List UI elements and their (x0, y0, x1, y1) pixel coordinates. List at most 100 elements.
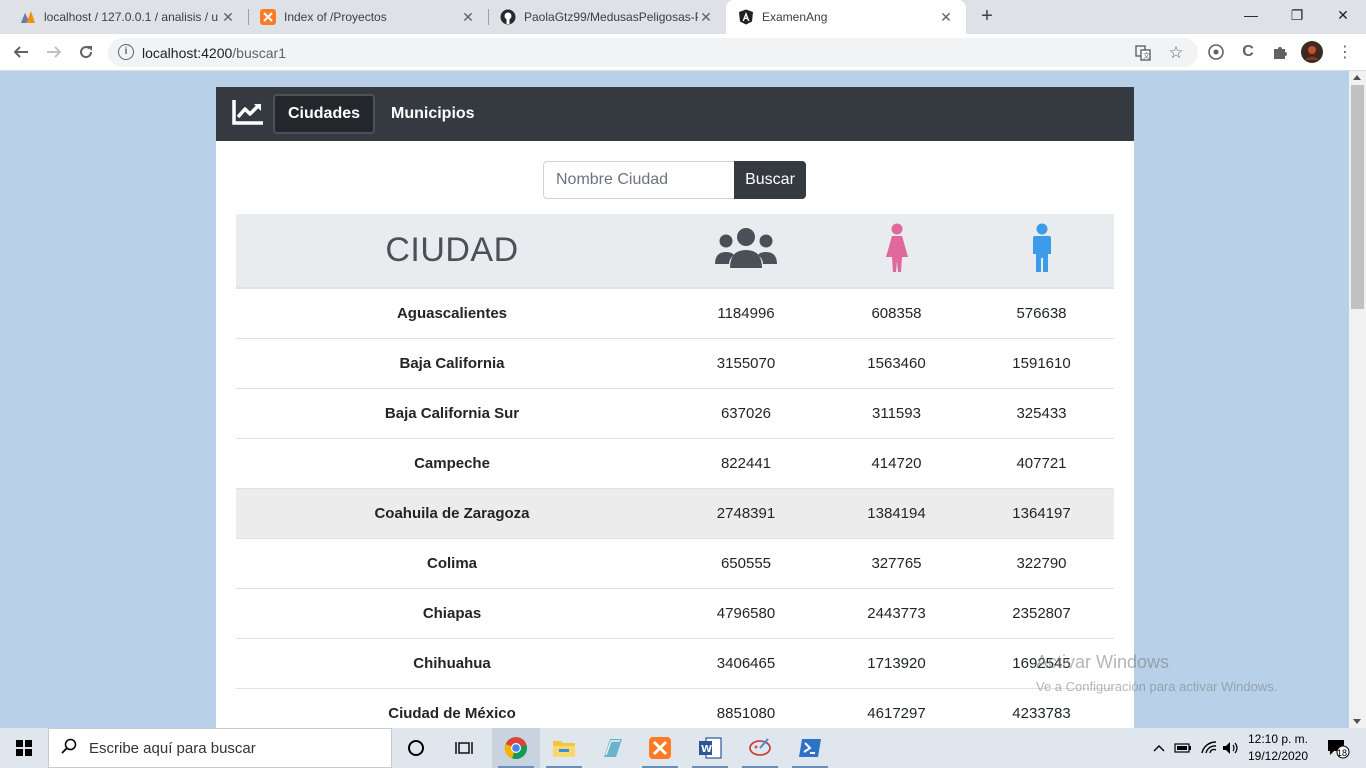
female-icon (885, 223, 909, 277)
table-row[interactable]: Coahuila de Zaragoza 2748391 1384194 136… (236, 488, 1114, 538)
male-icon (1032, 223, 1052, 277)
powershell-app-icon[interactable] (786, 728, 834, 768)
new-tab-button[interactable]: + (976, 6, 998, 28)
nav-ciudades[interactable]: Ciudades (273, 94, 376, 134)
url-text[interactable]: localhost:4200/buscar1 (142, 45, 286, 61)
tab-close-icon[interactable]: ✕ (460, 9, 476, 26)
file-explorer-icon[interactable] (540, 728, 588, 768)
tab-close-icon[interactable]: ✕ (698, 9, 714, 26)
angular-icon (738, 9, 754, 25)
paint-app-icon[interactable] (736, 728, 784, 768)
cell-mujeres: 608358 (871, 304, 922, 322)
cell-mujeres: 1384194 (867, 504, 926, 522)
address-bar[interactable]: i localhost:4200/buscar1 文 ☆ (108, 38, 1198, 67)
tab-index-proyectos[interactable]: Index of /Proyectos ✕ (248, 0, 488, 34)
clock-date: 19/12/2020 (1247, 749, 1309, 763)
extension-c-icon[interactable]: C (1236, 40, 1260, 64)
table-row[interactable]: Ciudad de México 8851080 4617297 4233783 (236, 688, 1114, 728)
translate-icon[interactable]: 文 (1134, 44, 1152, 62)
bookmark-star-icon[interactable]: ☆ (1167, 43, 1185, 62)
tab-title: localhost / 127.0.0.1 / analisis / u (44, 10, 219, 24)
cell-total: 8851080 (716, 704, 776, 722)
table-row[interactable]: Chiapas 4796580 2443773 2352807 (236, 588, 1114, 638)
table-row[interactable]: Baja California 3155070 1563460 1591610 (236, 338, 1114, 388)
cell-mujeres: 2443773 (867, 604, 926, 622)
close-window-button[interactable]: ✕ (1320, 0, 1366, 30)
cell-ciudad: Colima (426, 554, 477, 572)
windows-start-icon[interactable] (0, 728, 48, 768)
tab-title: Index of /Proyectos (284, 10, 387, 24)
scroll-thumb[interactable] (1351, 85, 1364, 309)
phpmyadmin-icon (20, 9, 36, 25)
cell-ciudad: Baja California (399, 354, 505, 372)
tab-close-icon[interactable]: ✕ (938, 9, 954, 26)
scroll-down-arrow-icon[interactable] (1353, 719, 1361, 724)
notification-count: 18 (1337, 748, 1348, 758)
watermark-title: Activar Windows (1036, 652, 1170, 672)
cell-hombres: 325433 (1016, 404, 1067, 422)
windows-activation-watermark: Activar Windows Ve a Configuración para … (1036, 652, 1277, 694)
table-row[interactable]: Colima 650555 327765 322790 (236, 538, 1114, 588)
tab-github[interactable]: PaolaGtz99/MedusasPeligosas-Pl ✕ (488, 0, 726, 34)
cell-hombres: 2352807 (1012, 604, 1071, 622)
tray-chevron-up-icon[interactable] (1150, 728, 1168, 768)
profile-avatar[interactable] (1300, 40, 1324, 64)
tab-phpmyadmin[interactable]: localhost / 127.0.0.1 / analisis / u ✕ (8, 0, 248, 34)
battery-icon[interactable] (1172, 728, 1194, 768)
chrome-menu-icon[interactable]: ⋮ (1333, 40, 1357, 64)
tab-title: ExamenAng (762, 10, 828, 24)
xampp-icon (260, 9, 276, 25)
cell-total: 4796580 (716, 604, 776, 622)
cell-ciudad: Aguascalientes (396, 304, 508, 322)
cell-ciudad: Campeche (414, 454, 490, 472)
chart-line-icon[interactable] (231, 98, 265, 126)
table-row[interactable]: Campeche 822441 414720 407721 (236, 438, 1114, 488)
tab-examenang[interactable]: ExamenAng ✕ (726, 0, 966, 34)
table-row[interactable]: Chihuahua 3406465 1713920 1692545 (236, 638, 1114, 688)
cell-ciudad: Chiapas (422, 604, 482, 622)
notepad-app-icon[interactable] (588, 728, 636, 768)
extension-circle-icon[interactable] (1204, 40, 1228, 64)
chrome-taskbar-icon[interactable] (492, 728, 540, 768)
users-icon (715, 228, 777, 274)
watermark-subtitle: Ve a Configuración para activar Windows. (1036, 679, 1278, 694)
scroll-up-arrow-icon[interactable] (1353, 75, 1361, 80)
url-path: /buscar1 (232, 45, 286, 61)
info-icon[interactable]: i (118, 44, 134, 60)
cell-hombres: 4233783 (1012, 704, 1071, 722)
table-row[interactable]: Aguascalientes 1184996 608358 576638 (236, 288, 1114, 338)
cell-total: 2748391 (716, 504, 776, 522)
tab-close-icon[interactable]: ✕ (220, 9, 236, 26)
taskbar-clock[interactable]: 12:10 p. m. 19/12/2020 (1242, 731, 1314, 765)
puzzle-extensions-icon[interactable] (1268, 40, 1292, 64)
reload-icon[interactable] (74, 40, 98, 64)
cell-ciudad: Baja California Sur (384, 404, 520, 422)
notification-center-icon[interactable]: 18 (1320, 728, 1356, 768)
word-app-icon[interactable]: W (686, 728, 734, 768)
volume-icon[interactable] (1220, 728, 1242, 768)
browser-tab-strip: localhost / 127.0.0.1 / analisis / u ✕ I… (0, 0, 1366, 34)
task-view-icon[interactable] (440, 728, 488, 768)
header-hombres (969, 214, 1114, 288)
taskbar-search-box[interactable]: Escribe aquí para buscar (48, 728, 392, 768)
forward-arrow-icon[interactable] (42, 40, 66, 64)
cell-hombres: 576638 (1016, 304, 1067, 322)
tab-title: PaolaGtz99/MedusasPeligosas-Pl (524, 10, 698, 24)
search-form: Buscar (543, 161, 806, 199)
xampp-taskbar-icon[interactable] (636, 728, 684, 768)
nav-municipios[interactable]: Municipios (378, 94, 488, 134)
search-input[interactable] (543, 161, 734, 199)
wifi-icon[interactable] (1198, 728, 1220, 768)
url-host: localhost:4200 (142, 45, 233, 61)
cell-ciudad: Chihuahua (413, 654, 491, 672)
search-button[interactable]: Buscar (734, 161, 806, 199)
svg-text:W: W (701, 744, 712, 755)
cell-total: 1184996 (717, 304, 775, 322)
back-arrow-icon[interactable] (9, 40, 33, 64)
cortana-circle-icon[interactable] (392, 728, 440, 768)
table-row[interactable]: Baja California Sur 637026 311593 325433 (236, 388, 1114, 438)
page-scrollbar[interactable] (1349, 71, 1366, 728)
maximize-button[interactable]: ❐ (1274, 0, 1320, 30)
minimize-button[interactable]: — (1228, 0, 1274, 30)
cell-mujeres: 1713920 (867, 654, 926, 672)
